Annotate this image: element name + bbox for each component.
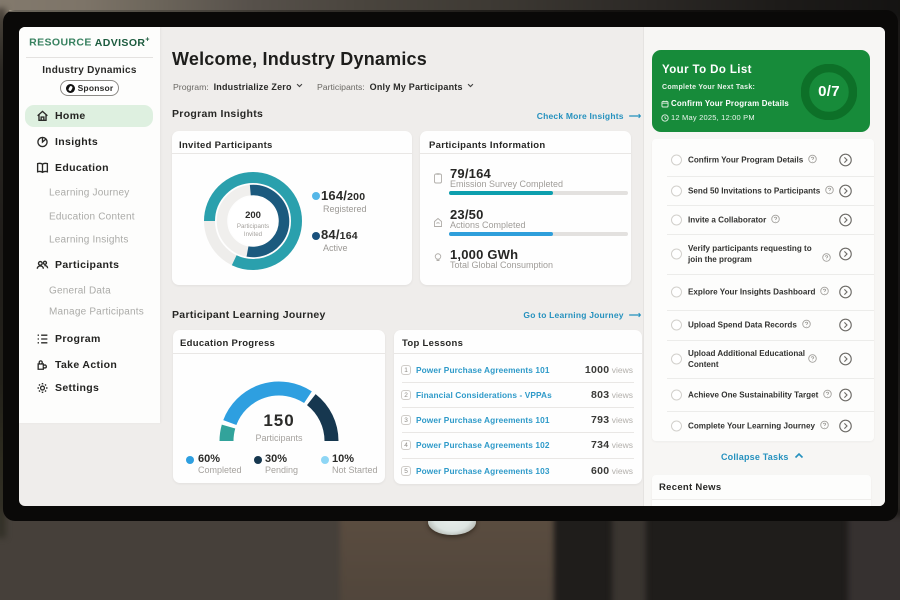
svg-text:Invited: Invited [244, 231, 263, 238]
svg-text:200: 200 [245, 210, 261, 221]
svg-text:150: 150 [263, 411, 294, 430]
svg-text:Participants: Participants [237, 223, 269, 230]
